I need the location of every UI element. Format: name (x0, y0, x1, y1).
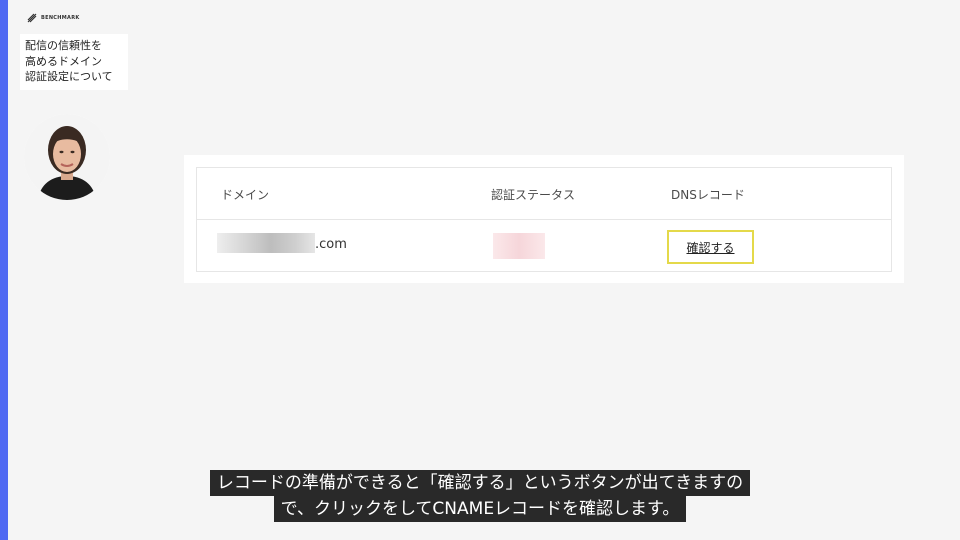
lesson-title: 配信の信頼性を 高めるドメイン 認証設定について (20, 34, 128, 90)
title-line-1: 配信の信頼性を (25, 39, 102, 52)
domain-suffix: .com (315, 237, 347, 252)
table-row: .com 確認する (197, 220, 891, 271)
header-status: 認証ステータス (491, 188, 576, 202)
subtitle-line-1: レコードの準備ができると「確認する」というボタンが出てきますの (0, 470, 960, 496)
header-dns-record: DNSレコード (671, 188, 745, 202)
brand-logo-text: BENCHMARK (41, 15, 80, 21)
accent-bar (0, 0, 8, 540)
table-header: ドメイン 認証ステータス DNSレコード (197, 168, 891, 220)
domain-panel: ドメイン 認証ステータス DNSレコード .com 確認する (184, 155, 904, 283)
blurred-domain-name (217, 233, 315, 253)
brand-logo: BENCHMARK (27, 13, 80, 23)
subtitle-line-2: で、クリックをしてCNAMEレコードを確認します。 (0, 496, 960, 522)
subtitle-text-1: レコードの準備ができると「確認する」というボタンが出てきますの (209, 470, 751, 496)
title-line-3: 認証設定について (25, 70, 113, 83)
domain-table: ドメイン 認証ステータス DNSレコード .com 確認する (196, 167, 892, 272)
subtitle-text-2: で、クリックをしてCNAMEレコードを確認します。 (273, 496, 687, 522)
title-line-2: 高めるドメイン (25, 54, 102, 68)
presenter-avatar (24, 114, 110, 200)
blurred-status-badge (493, 233, 545, 259)
presenter-portrait (24, 114, 110, 200)
header-domain: ドメイン (221, 188, 270, 202)
benchmark-logo-icon (27, 13, 37, 23)
confirm-dns-button[interactable]: 確認する (667, 230, 754, 264)
